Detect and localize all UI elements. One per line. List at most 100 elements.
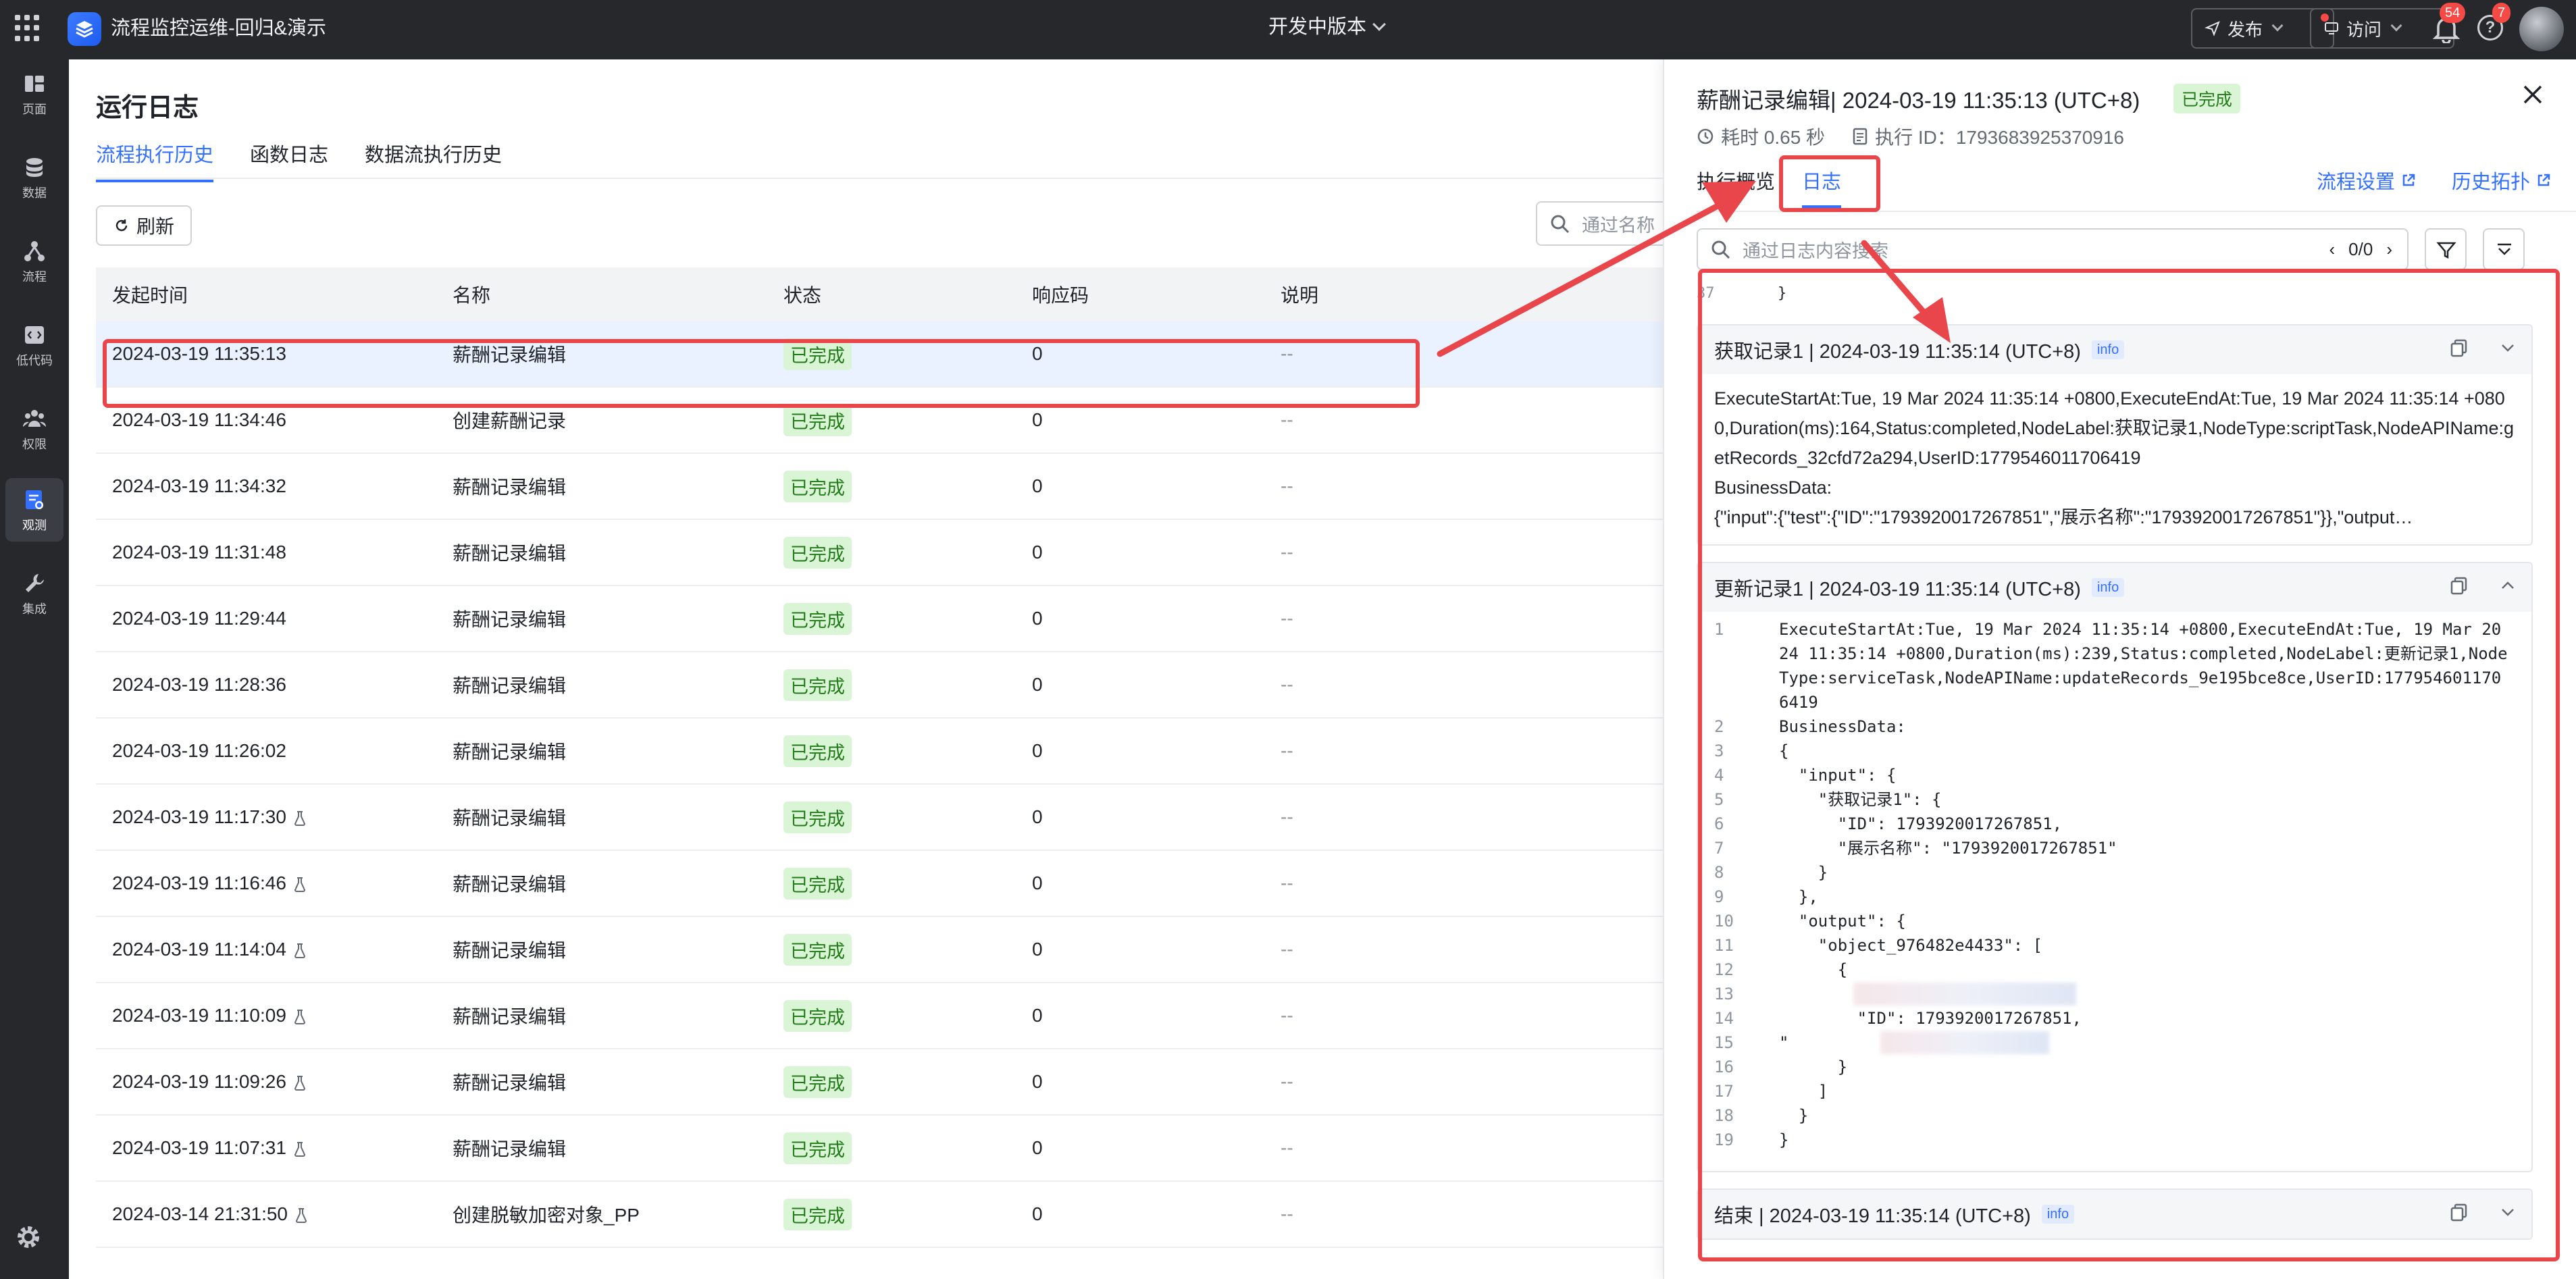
table-row[interactable]: 2024-03-19 11:10:09 薪酬记录编辑 已完成 0 -- <box>96 983 1663 1049</box>
line-number: 2 <box>1714 717 1724 736</box>
table-row[interactable]: 2024-03-19 11:09:26 薪酬记录编辑 已完成 0 -- <box>96 1049 1663 1116</box>
cell-status: 已完成 <box>783 602 1032 635</box>
exec-id-item: 执行 ID：1793683925370916 <box>1852 123 2124 150</box>
chevron-down-icon[interactable] <box>2498 338 2518 358</box>
code-line: 17 ] <box>1698 1079 2531 1103</box>
search-input[interactable]: 通过名称 <box>1536 201 1684 246</box>
tab-function-log[interactable]: 函数日志 <box>250 139 328 182</box>
tab-dataflow-history[interactable]: 数据流执行历史 <box>365 139 502 182</box>
table-row[interactable]: 2024-03-19 11:16:46 薪酬记录编辑 已完成 0 -- <box>96 851 1663 917</box>
cell-code: 0 <box>1032 1071 1043 1092</box>
nav-item-flow[interactable]: 流程 <box>5 230 63 293</box>
cell-name: 创建薪酬记录 <box>453 411 567 432</box>
code-line: 5 "获取记录1": { <box>1698 787 2531 812</box>
level-tag: info <box>2091 340 2125 359</box>
table-row[interactable]: 2024-03-19 11:34:46 创建薪酬记录 已完成 0 -- <box>96 388 1663 454</box>
cell-name: 创建脱敏加密对象_PP <box>453 1205 640 1226</box>
table-header: 发起时间 名称 状态 响应码 说明 <box>96 267 1663 321</box>
chevron-down-icon[interactable] <box>2498 1202 2518 1222</box>
visit-label: 访问 <box>2346 19 2382 40</box>
chevron-left-icon[interactable]: ‹ <box>2329 239 2336 260</box>
table-row[interactable]: 2024-03-19 11:26:02 薪酬记录编辑 已完成 0 -- <box>96 719 1663 785</box>
time-text: 2024-03-19 11:17:30 <box>112 806 286 827</box>
version-selector[interactable]: 开发中版本 <box>1268 14 1386 41</box>
tab-log[interactable]: 日志 <box>1802 166 1842 208</box>
line-number: 4 <box>1714 766 1724 785</box>
table-row[interactable]: 2024-03-19 11:31:48 薪酬记录编辑 已完成 0 -- <box>96 520 1663 586</box>
code-line: 16 } <box>1698 1055 2531 1079</box>
copy-icon[interactable] <box>2449 575 2469 596</box>
avatar[interactable] <box>2519 7 2564 51</box>
table-row[interactable]: 2024-03-19 11:35:13 薪酬记录编辑 已完成 0 -- <box>96 321 1663 388</box>
cell-code: 0 <box>1032 806 1043 827</box>
cell-time: 2024-03-19 11:35:13 <box>96 343 453 365</box>
line-text: "ID": 1793920017267851, <box>1779 814 2063 833</box>
table-row[interactable]: 2024-03-19 11:14:04 薪酬记录编辑 已完成 0 -- <box>96 917 1663 983</box>
history-topology-link[interactable]: 历史拓扑 <box>2452 166 2552 194</box>
gear-icon[interactable] <box>14 1222 43 1252</box>
table-row[interactable]: 2024-03-19 11:17:30 薪酬记录编辑 已完成 0 -- <box>96 785 1663 851</box>
column-header: 名称 <box>453 285 491 306</box>
table-row[interactable]: 2024-03-19 11:28:36 薪酬记录编辑 已完成 0 -- <box>96 652 1663 719</box>
line-number: 16 <box>1714 1058 1734 1076</box>
nav-item-permission[interactable]: 权限 <box>5 397 63 461</box>
app-logo <box>68 12 101 46</box>
collapse-all-button[interactable] <box>2483 228 2525 270</box>
line-number: 9 <box>1714 887 1724 906</box>
log-counter: 0/0 <box>2348 239 2373 259</box>
cell-time: 2024-03-19 11:29:44 <box>96 608 453 629</box>
line-number: 12 <box>1714 960 1734 979</box>
copy-icon[interactable] <box>2449 1202 2469 1222</box>
cell-name: 薪酬记录编辑 <box>453 874 567 895</box>
tab-overview[interactable]: 执行概览 <box>1697 166 1775 208</box>
log-search-placeholder: 通过日志内容搜索 <box>1743 240 1888 261</box>
nav-item-lowcode[interactable]: 低代码 <box>5 313 63 377</box>
flask-icon <box>294 810 305 826</box>
cell-status: 已完成 <box>783 999 1032 1032</box>
cell-name: 薪酬记录编辑 <box>453 543 567 564</box>
code-line: 4 "input": { <box>1698 763 2531 787</box>
users-icon <box>22 410 47 427</box>
cell-time: 2024-03-19 11:31:48 <box>96 542 453 563</box>
close-icon[interactable] <box>2519 81 2546 108</box>
table-row[interactable]: 2024-03-19 11:07:31 薪酬记录编辑 已完成 0 -- <box>96 1116 1663 1182</box>
nav-item-page[interactable]: 页面 <box>5 62 63 126</box>
cell-code: 0 <box>1032 343 1043 364</box>
chevron-right-icon[interactable]: › <box>2386 239 2392 260</box>
log-text: {"input":{"test":{"ID":"1793920017267851… <box>1714 507 2413 527</box>
log-card-header[interactable]: 更新记录1 | 2024-03-19 11:35:14 (UTC+8) info <box>1698 563 2531 612</box>
log-card-title: 结束 | 2024-03-19 11:35:14 (UTC+8) <box>1714 1205 2031 1227</box>
code-line: 9 }, <box>1698 885 2531 909</box>
filter-button[interactable] <box>2425 228 2467 270</box>
line-number: 10 <box>1714 912 1734 931</box>
table-row[interactable]: 2024-03-14 21:31:50 创建脱敏加密对象_PP 已完成 0 -- <box>96 1182 1663 1248</box>
cell-code: 0 <box>1032 1005 1043 1026</box>
log-search-input[interactable]: 通过日志内容搜索 ‹ 0/0 › <box>1697 228 2408 270</box>
line-number: 17 <box>1714 1082 1734 1101</box>
log-card-header[interactable]: 结束 | 2024-03-19 11:35:14 (UTC+8) info <box>1698 1190 2531 1238</box>
status-badge: 已完成 <box>783 470 852 502</box>
log-card-header[interactable]: 获取记录1 | 2024-03-19 11:35:14 (UTC+8) info <box>1698 325 2531 374</box>
cell-time: 2024-03-19 11:34:32 <box>96 475 453 497</box>
run-log-panel: 运行日志 流程执行历史 函数日志 数据流执行历史 刷新 通过名称 发起时间 名称… <box>69 59 1684 1279</box>
line-text: ] <box>1779 1082 1828 1101</box>
external-link-icon <box>2402 174 2415 186</box>
history-topology-label: 历史拓扑 <box>2451 172 2530 193</box>
copy-icon[interactable] <box>2449 338 2469 358</box>
flow-settings-link[interactable]: 流程设置 <box>2317 166 2417 194</box>
nav-item-integration[interactable]: 集成 <box>5 562 63 625</box>
nav-item-monitor[interactable]: 观测 <box>5 478 63 542</box>
refresh-button[interactable]: 刷新 <box>96 205 192 246</box>
card-actions <box>2449 575 2518 596</box>
nav-item-data[interactable]: 数据 <box>5 146 63 209</box>
chevron-up-icon[interactable] <box>2498 575 2518 596</box>
tab-flow-history[interactable]: 流程执行历史 <box>96 139 214 182</box>
line-text: { <box>1779 960 1848 979</box>
app-grid-icon[interactable] <box>15 15 42 42</box>
table-row[interactable]: 2024-03-19 11:34:32 薪酬记录编辑 已完成 0 -- <box>96 454 1663 520</box>
line-number: 6 <box>1714 814 1724 833</box>
cell-time: 2024-03-19 11:26:02 <box>96 740 453 762</box>
cell-desc: -- <box>1281 872 1293 893</box>
line-text: } <box>1778 285 1787 302</box>
table-row[interactable]: 2024-03-19 11:29:44 薪酬记录编辑 已完成 0 -- <box>96 586 1663 652</box>
